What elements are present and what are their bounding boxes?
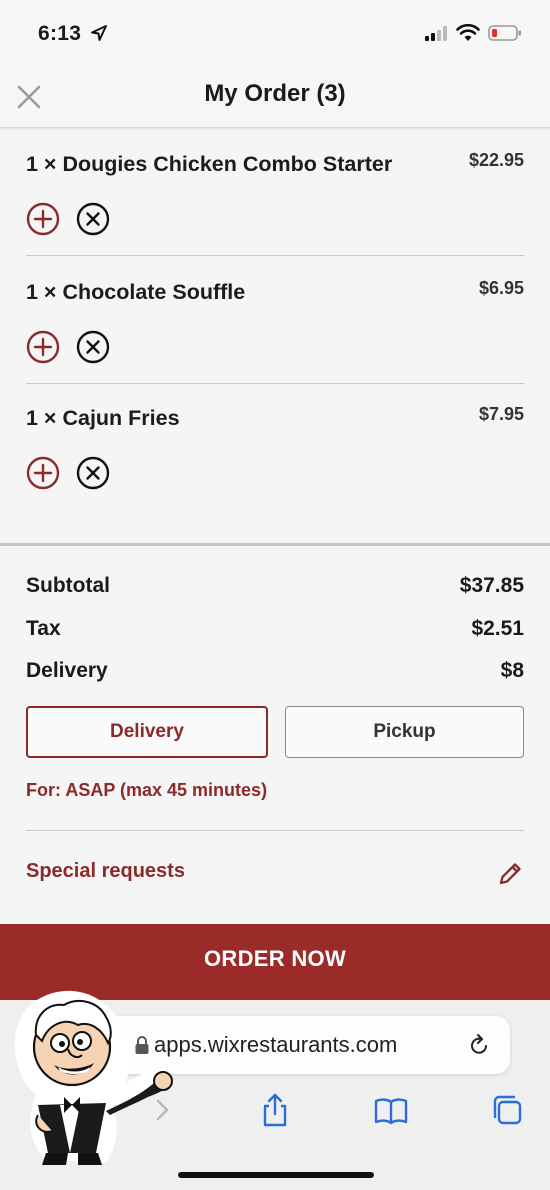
subtotal-value: $37.85 — [459, 574, 524, 597]
remove-item-button[interactable] — [76, 456, 110, 490]
add-item-button[interactable] — [26, 330, 60, 364]
delivery-option-button[interactable]: Delivery — [26, 706, 268, 758]
order-item: 1 × Dougies Chicken Combo Starter $22.95 — [26, 130, 524, 256]
delivery-fee-row: Delivery $8 — [26, 659, 524, 683]
status-time: 6:13 — [38, 22, 82, 45]
item-name: 1 × Dougies Chicken Combo Starter — [26, 152, 393, 176]
tax-row: Tax $2.51 — [26, 617, 524, 641]
remove-item-button[interactable] — [76, 202, 110, 236]
subtotal-row: Subtotal $37.85 — [26, 574, 524, 598]
remove-item-button[interactable] — [76, 330, 110, 364]
order-item: 1 × Cajun Fries $7.95 — [26, 384, 524, 510]
reload-icon[interactable] — [466, 1032, 492, 1058]
pencil-icon[interactable] — [496, 860, 524, 888]
battery-icon — [488, 25, 521, 41]
pickup-option-button[interactable]: Pickup — [285, 706, 524, 758]
delivery-fee-label: Delivery — [26, 659, 108, 682]
order-summary: Subtotal $37.85 Tax $2.51 Delivery $8 De… — [0, 546, 550, 924]
bookmarks-icon[interactable] — [374, 1092, 408, 1128]
page-title: My Order (3) — [204, 80, 346, 107]
tax-label: Tax — [26, 617, 61, 640]
share-icon[interactable] — [258, 1092, 292, 1128]
url-text: apps.wixrestaurants.com — [154, 1032, 398, 1057]
location-arrow-icon — [91, 25, 107, 41]
tax-value: $2.51 — [471, 617, 524, 640]
item-name: 1 × Chocolate Souffle — [26, 280, 246, 304]
home-indicator — [178, 1172, 374, 1178]
order-header: My Order (3) — [0, 66, 550, 128]
subtotal-label: Subtotal — [26, 574, 110, 597]
add-item-button[interactable] — [26, 202, 60, 236]
signal-icon — [425, 26, 447, 41]
add-item-button[interactable] — [26, 456, 60, 490]
item-price: $7.95 — [478, 404, 524, 424]
delivery-time-link[interactable]: For: ASAP (max 45 minutes) — [26, 780, 267, 801]
order-item: 1 × Chocolate Souffle $6.95 — [26, 258, 524, 384]
status-bar: 6:13 — [0, 0, 550, 66]
item-price: $6.95 — [478, 278, 524, 298]
item-name: 1 × Cajun Fries — [26, 406, 180, 430]
delivery-fee-value: $8 — [500, 659, 524, 682]
waiter-mascot-image — [14, 990, 174, 1165]
wifi-icon — [456, 24, 480, 41]
item-price: $22.95 — [468, 150, 524, 170]
tabs-icon[interactable] — [490, 1092, 524, 1128]
order-items-list: 1 × Dougies Chicken Combo Starter $22.95… — [0, 130, 550, 543]
divider — [26, 255, 524, 256]
special-requests-label[interactable]: Special requests — [26, 860, 185, 883]
divider — [26, 830, 524, 831]
